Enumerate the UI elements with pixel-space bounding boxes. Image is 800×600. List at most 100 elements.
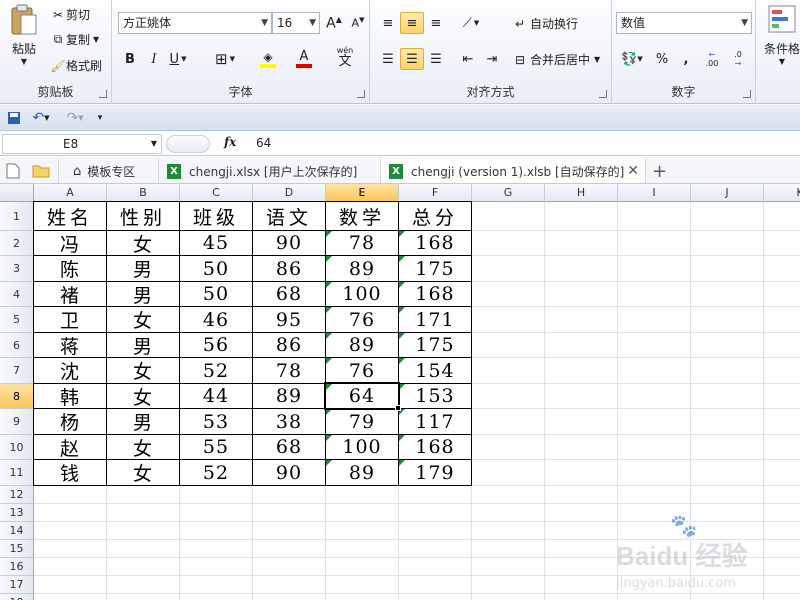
table-cell[interactable]: 45 [180, 231, 252, 255]
formula-resize-handle[interactable] [166, 135, 210, 153]
table-cell[interactable]: 89 [253, 384, 325, 408]
column-header-c[interactable]: C [180, 184, 253, 202]
header-cell[interactable]: 总分 [399, 202, 471, 230]
table-cell[interactable]: 86 [253, 333, 325, 357]
table-cell[interactable]: 168 [399, 435, 471, 459]
underline-button[interactable]: U ▼ [166, 48, 190, 70]
row-header-11[interactable]: 11 [0, 460, 34, 486]
column-header-d[interactable]: D [253, 184, 326, 202]
table-cell[interactable]: 46 [180, 307, 252, 332]
table-cell[interactable]: 52 [180, 358, 252, 383]
table-cell[interactable]: 陈 [34, 256, 106, 281]
formula-content[interactable]: 64 [256, 136, 271, 150]
table-cell[interactable]: 52 [180, 460, 252, 485]
table-cell[interactable]: 153 [399, 384, 471, 408]
table-cell[interactable]: 95 [253, 307, 325, 332]
row-header-5[interactable]: 5 [0, 307, 34, 333]
undo-button[interactable]: ↶ ▼ [26, 107, 56, 129]
column-header-j[interactable]: J [691, 184, 764, 202]
column-header-g[interactable]: G [472, 184, 545, 202]
table-cell[interactable]: 38 [253, 409, 325, 434]
table-cell[interactable]: 117 [399, 409, 471, 434]
increase-indent-button[interactable]: ⇥ [480, 48, 504, 70]
orientation-button[interactable]: ⟋ ▼ [456, 12, 486, 34]
conditional-format-button[interactable]: 条件格 ▼ [762, 4, 800, 66]
column-header-k[interactable]: K [764, 184, 800, 202]
table-cell[interactable]: 100 [326, 282, 398, 306]
row-header-1[interactable]: 1 [0, 202, 34, 231]
number-launcher-icon[interactable] [743, 90, 751, 98]
align-left-button[interactable]: ☰ [376, 48, 400, 70]
align-top-button[interactable]: ≡ [376, 12, 400, 34]
table-cell[interactable]: 168 [399, 282, 471, 306]
tab-templates[interactable]: ⌂ 模板专区 [58, 159, 152, 183]
save-button[interactable] [4, 107, 24, 129]
row-header-12[interactable]: 12 [0, 486, 34, 504]
row-header-8[interactable]: 8 [0, 384, 34, 409]
table-cell[interactable]: 男 [107, 256, 179, 281]
table-cell[interactable]: 171 [399, 307, 471, 332]
accounting-format-button[interactable]: 💱 ▼ [616, 48, 648, 70]
fill-handle[interactable] [395, 405, 401, 411]
table-cell[interactable]: 卫 [34, 307, 106, 332]
table-cell[interactable]: 女 [107, 460, 179, 485]
format-painter-button[interactable]: 🖌 格式刷 [50, 57, 102, 74]
row-header-4[interactable]: 4 [0, 282, 34, 307]
header-cell[interactable]: 性别 [107, 202, 179, 230]
merge-center-button[interactable]: ⊟ 合并后居中 ▼ [510, 51, 600, 68]
table-cell[interactable]: 55 [180, 435, 252, 459]
row-header-3[interactable]: 3 [0, 256, 34, 282]
table-cell[interactable]: 男 [107, 333, 179, 358]
table-cell[interactable]: 53 [180, 409, 252, 434]
decrease-indent-button[interactable]: ⇤ [456, 48, 480, 70]
name-box[interactable]: E8 ▼ [2, 134, 162, 154]
table-cell[interactable]: 女 [107, 384, 179, 409]
tab-new-file[interactable] [6, 159, 20, 183]
column-header-f[interactable]: F [399, 184, 472, 202]
paste-button[interactable]: 粘贴 ▼ [4, 4, 44, 74]
table-cell[interactable]: 168 [399, 231, 471, 255]
table-cell[interactable]: 杨 [34, 409, 106, 434]
row-header-13[interactable]: 13 [0, 504, 34, 522]
row-header-2[interactable]: 2 [0, 231, 34, 256]
column-header-b[interactable]: B [107, 184, 180, 202]
row-header-9[interactable]: 9 [0, 409, 34, 435]
percent-button[interactable]: % [650, 48, 674, 70]
comma-button[interactable]: , [674, 48, 698, 70]
table-cell[interactable]: 175 [399, 333, 471, 357]
table-cell[interactable]: 64 [326, 384, 398, 408]
number-format-combo[interactable]: 数值 ▼ [616, 12, 752, 34]
font-launcher-icon[interactable] [357, 90, 365, 98]
bold-button[interactable]: B [118, 48, 142, 70]
table-cell[interactable]: 100 [326, 435, 398, 459]
table-cell[interactable]: 50 [180, 282, 252, 306]
column-header-h[interactable]: H [545, 184, 618, 202]
increase-decimal-button[interactable]: ← .00 [700, 48, 724, 70]
tab-chengji-xlsx[interactable]: X chengji.xlsx [用户上次保存的] [158, 159, 378, 183]
table-cell[interactable]: 女 [107, 307, 179, 332]
grow-font-button[interactable]: A▲ [322, 12, 346, 34]
phonetic-button[interactable]: wén 文 [330, 46, 360, 69]
decrease-decimal-button[interactable]: .0 → [726, 48, 750, 70]
table-cell[interactable]: 154 [399, 358, 471, 383]
row-header-10[interactable]: 10 [0, 435, 34, 460]
cut-button[interactable]: ✂ 剪切 [50, 6, 90, 23]
table-cell[interactable]: 89 [326, 256, 398, 281]
table-cell[interactable]: 蒋 [34, 333, 106, 358]
table-cell[interactable]: 褚 [34, 282, 106, 307]
table-cell[interactable]: 76 [326, 307, 398, 332]
table-cell[interactable]: 赵 [34, 435, 106, 460]
redo-button[interactable]: ↷ ▼ [60, 107, 90, 129]
row-header-6[interactable]: 6 [0, 333, 34, 358]
align-middle-button[interactable]: ≡ [400, 12, 424, 34]
clipboard-launcher-icon[interactable] [99, 90, 107, 98]
row-header-18[interactable]: 18 [0, 594, 34, 600]
row-header-17[interactable]: 17 [0, 576, 34, 594]
table-cell[interactable]: 78 [253, 358, 325, 383]
table-cell[interactable]: 女 [107, 358, 179, 383]
header-cell[interactable]: 班级 [180, 202, 252, 230]
font-color-button[interactable]: A [288, 48, 320, 70]
table-cell[interactable]: 179 [399, 460, 471, 485]
wrap-text-button[interactable]: ↵ 自动换行 [510, 15, 578, 32]
table-cell[interactable]: 86 [253, 256, 325, 281]
